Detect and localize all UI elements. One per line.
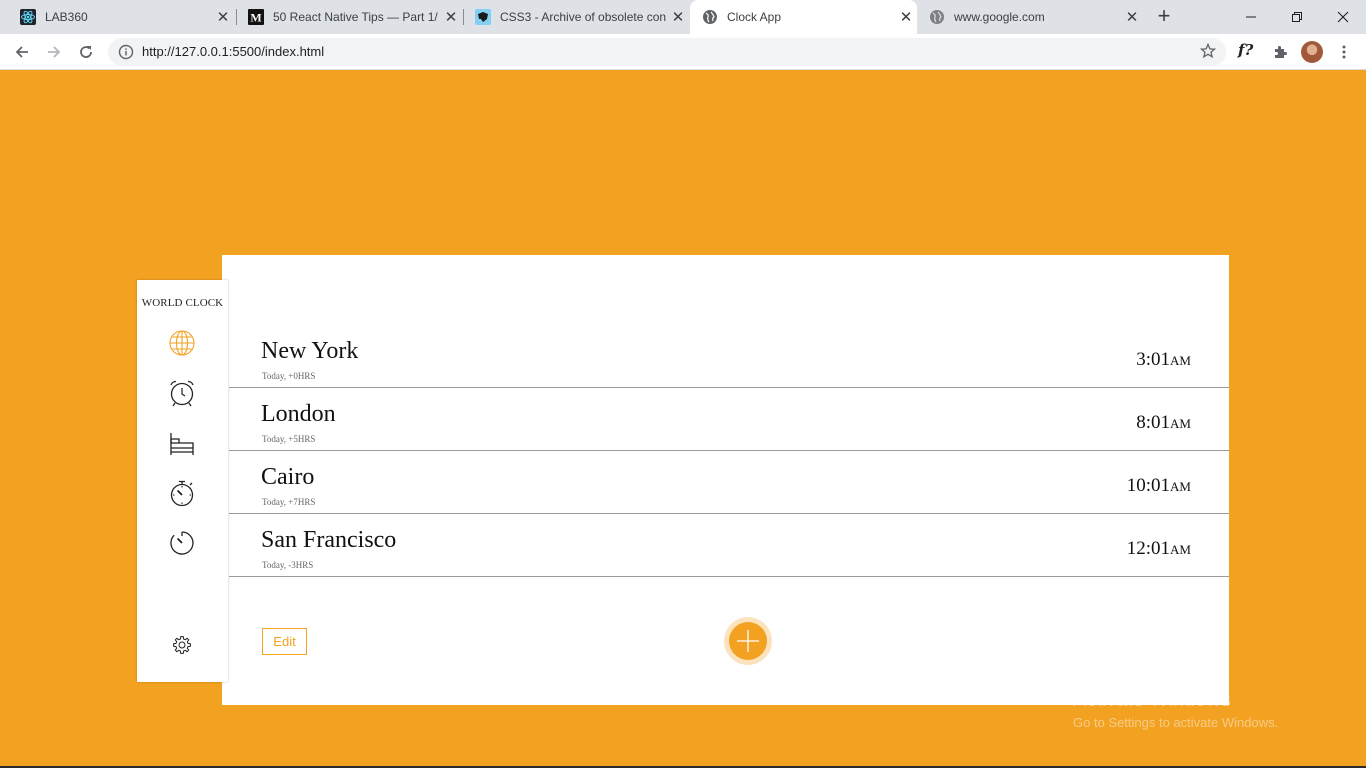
forward-button[interactable] bbox=[42, 40, 66, 64]
restore-icon bbox=[1292, 12, 1302, 22]
sidebar-item-bedtime[interactable] bbox=[167, 428, 197, 458]
tab-title: www.google.com bbox=[954, 10, 1045, 24]
settings-button[interactable] bbox=[167, 630, 197, 660]
time-ampm: AM bbox=[1170, 542, 1191, 557]
tab-css3-archive[interactable]: CSS3 - Archive of obsolete con ✕ bbox=[463, 0, 689, 34]
globe-icon bbox=[702, 9, 718, 25]
time-ampm: AM bbox=[1170, 353, 1191, 368]
close-tab-icon[interactable]: ✕ bbox=[1121, 8, 1143, 26]
tab-title: LAB360 bbox=[45, 10, 88, 24]
city-offset: Today, +5HRS bbox=[262, 434, 316, 444]
watermark-title: Activate Windows bbox=[1073, 689, 1231, 711]
globe-icon bbox=[929, 9, 945, 25]
react-icon bbox=[20, 9, 36, 25]
close-window-button[interactable] bbox=[1320, 0, 1366, 34]
extension-fx-button[interactable]: f? bbox=[1238, 41, 1253, 59]
time-value: 8:01 bbox=[1136, 412, 1171, 433]
profile-avatar[interactable] bbox=[1301, 41, 1323, 63]
city-offset: Today, +7HRS bbox=[262, 497, 316, 507]
forward-arrow-icon bbox=[48, 46, 61, 58]
sidebar-item-alarm[interactable] bbox=[167, 378, 197, 408]
plus-icon bbox=[737, 630, 759, 652]
sidebar-title: WORLD CLOCK bbox=[141, 297, 224, 309]
close-tab-icon[interactable]: ✕ bbox=[667, 8, 689, 26]
sidebar-item-stopwatch[interactable] bbox=[167, 478, 197, 508]
timer-icon bbox=[170, 531, 194, 555]
address-bar[interactable]: http://127.0.0.1:5500/index.html bbox=[108, 38, 1226, 66]
reload-button[interactable] bbox=[74, 40, 98, 64]
gear-icon bbox=[172, 635, 192, 655]
time-value: 3:01 bbox=[1136, 349, 1171, 370]
info-icon[interactable] bbox=[118, 44, 134, 65]
extensions-puzzle-icon[interactable] bbox=[1268, 40, 1292, 64]
sidebar-item-timer[interactable] bbox=[167, 528, 197, 558]
add-clock-button-core[interactable] bbox=[729, 622, 767, 660]
time-ampm: AM bbox=[1170, 479, 1191, 494]
close-tab-icon[interactable]: ✕ bbox=[895, 8, 917, 26]
close-icon bbox=[1337, 11, 1349, 23]
add-clock-button[interactable] bbox=[724, 617, 772, 665]
clock-row[interactable]: Cairo Today, +7HRS 10:01AM bbox=[229, 451, 1229, 514]
restore-button[interactable] bbox=[1274, 0, 1320, 34]
bed-icon bbox=[170, 433, 194, 455]
time-value: 10:01 bbox=[1126, 475, 1171, 496]
edit-button[interactable]: Edit bbox=[262, 628, 307, 655]
stopwatch-icon bbox=[170, 480, 194, 507]
new-tab-button[interactable]: + bbox=[1152, 5, 1176, 29]
back-button[interactable] bbox=[10, 40, 34, 64]
sidebar-item-world-clock[interactable] bbox=[167, 328, 197, 358]
back-arrow-icon bbox=[15, 46, 28, 58]
city-name: London bbox=[261, 401, 336, 427]
city-time: 12:01AM bbox=[1127, 538, 1191, 560]
tab-title: Clock App bbox=[727, 10, 782, 24]
time-value: 12:01 bbox=[1126, 538, 1171, 559]
mdn-icon bbox=[475, 9, 491, 25]
time-ampm: AM bbox=[1170, 416, 1191, 431]
watermark-subtitle: Go to Settings to activate Windows. bbox=[1073, 715, 1279, 730]
svg-text:M: M bbox=[250, 11, 261, 25]
city-name: San Francisco bbox=[261, 527, 397, 553]
browser-toolbar: http://127.0.0.1:5500/index.html f? bbox=[0, 34, 1366, 70]
clock-row[interactable]: San Francisco Today, -3HRS 12:01AM bbox=[229, 514, 1229, 577]
clock-row[interactable]: New York Today, +0HRS 3:01AM bbox=[229, 325, 1229, 388]
url-text: http://127.0.0.1:5500/index.html bbox=[142, 44, 325, 59]
city-time: 8:01AM bbox=[1136, 412, 1191, 434]
more-vertical-icon bbox=[1342, 45, 1346, 59]
city-offset: Today, +0HRS bbox=[262, 371, 316, 381]
tab-title: 50 React Native Tips — Part 1/ bbox=[273, 10, 438, 24]
city-time: 3:01AM bbox=[1136, 349, 1191, 371]
tab-lab360[interactable]: LAB360 ✕ bbox=[8, 0, 234, 34]
browser-menu-button[interactable] bbox=[1332, 40, 1356, 64]
windows-activation-watermark: Activate Windows Go to Settings to activ… bbox=[1073, 689, 1278, 730]
alarm-clock-icon bbox=[170, 380, 194, 407]
city-name: New York bbox=[261, 338, 359, 364]
city-name: Cairo bbox=[261, 464, 315, 490]
tab-clock-app[interactable]: Clock App ✕ bbox=[690, 0, 917, 34]
tab-strip: LAB360 ✕ M 50 React Native Tips — Part 1… bbox=[0, 0, 1366, 34]
sidebar: WORLD CLOCK bbox=[137, 280, 228, 682]
bookmark-star-icon[interactable] bbox=[1199, 42, 1217, 64]
medium-icon: M bbox=[248, 9, 264, 25]
tab-react-native-tips[interactable]: M 50 React Native Tips — Part 1/ ✕ bbox=[236, 0, 462, 34]
close-tab-icon[interactable]: ✕ bbox=[212, 8, 234, 26]
close-tab-icon[interactable]: ✕ bbox=[440, 8, 462, 26]
city-offset: Today, -3HRS bbox=[262, 560, 314, 570]
minimize-button[interactable] bbox=[1228, 0, 1274, 34]
reload-icon bbox=[80, 46, 92, 58]
minimize-icon bbox=[1246, 16, 1256, 18]
city-time: 10:01AM bbox=[1127, 475, 1191, 497]
clock-row[interactable]: London Today, +5HRS 8:01AM bbox=[229, 388, 1229, 451]
tab-google[interactable]: www.google.com ✕ bbox=[917, 0, 1143, 34]
world-clock-card: New York Today, +0HRS 3:01AM London Toda… bbox=[222, 255, 1229, 705]
tab-title: CSS3 - Archive of obsolete con bbox=[500, 10, 667, 24]
globe-icon bbox=[169, 330, 195, 356]
